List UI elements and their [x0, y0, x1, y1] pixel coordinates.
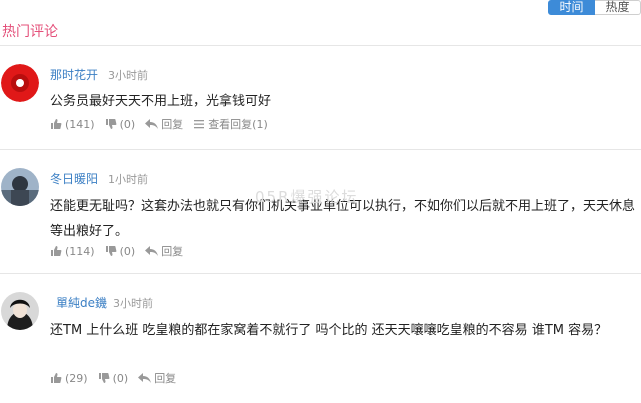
- reply-button[interactable]: 回复: [145, 243, 183, 259]
- dislike-button[interactable]: (0): [105, 117, 136, 131]
- avatar[interactable]: [1, 64, 39, 102]
- thumbs-up-icon: [51, 373, 62, 383]
- list-icon: [194, 120, 205, 129]
- comment-item: 單純de鐖 3小时前 还TM 上什么班 吃皇粮的都在家窝着不就行了 吗个比的 还…: [0, 274, 641, 403]
- reply-arrow-icon: [138, 373, 152, 383]
- reply-arrow-icon: [145, 119, 159, 129]
- comment-time: 1小时前: [108, 173, 148, 186]
- dislike-button[interactable]: (0): [98, 371, 129, 385]
- thumbs-down-icon: [98, 373, 110, 383]
- sort-tabs: 时间 热度: [548, 0, 641, 15]
- comment-text: 还TM 上什么班 吃皇粮的都在家窝着不就行了 吗个比的 还天天嚷嚷吃皇粮的不容易…: [50, 323, 608, 338]
- like-count: (29): [65, 371, 88, 385]
- reply-button[interactable]: 回复: [145, 116, 183, 132]
- thumbs-up-icon: [51, 246, 62, 256]
- reply-label: 回复: [154, 372, 177, 385]
- dislike-count: (0): [112, 371, 129, 385]
- like-button[interactable]: (114): [50, 245, 95, 258]
- like-count: (114): [65, 244, 95, 258]
- comment-actions: (114) (0) 回复: [50, 243, 193, 259]
- comment-item: 冬日暖阳 1小时前 还能更无耻吗？这套办法也就只有你们机关事业单位可以执行，不如…: [0, 150, 641, 274]
- dislike-count: (0): [119, 117, 136, 131]
- like-button[interactable]: (141): [50, 118, 95, 131]
- tab-time[interactable]: 时间: [548, 0, 595, 15]
- like-button[interactable]: (29): [50, 372, 88, 385]
- reply-arrow-icon: [145, 246, 159, 256]
- dislike-button[interactable]: (0): [105, 244, 136, 258]
- comment-time: 3小时前: [108, 69, 148, 82]
- like-count: (141): [65, 117, 95, 131]
- section-title: 热门评论: [2, 24, 58, 40]
- view-replies-label: 查看回复(1): [208, 118, 268, 131]
- comment-username[interactable]: 冬日暖阳: [50, 170, 98, 187]
- comment-username[interactable]: 那时花开: [50, 66, 98, 83]
- tab-hot[interactable]: 热度: [595, 0, 641, 15]
- thumbs-down-icon: [105, 119, 117, 129]
- comment-username[interactable]: 單純de鐖: [56, 294, 107, 311]
- comment-actions: (141) (0) 回复 查看回复(1): [50, 116, 278, 132]
- forum-watermark: 05R爆强论坛: [255, 188, 359, 206]
- reply-label: 回复: [161, 245, 184, 258]
- comment-text: 公务员最好天天不用上班，光拿钱可好: [50, 94, 272, 109]
- avatar[interactable]: [1, 168, 39, 206]
- view-replies-button[interactable]: 查看回复(1): [193, 116, 268, 132]
- thumbs-up-icon: [51, 119, 62, 129]
- thumbs-down-icon: [105, 246, 117, 256]
- comment-item: 那时花开 3小时前 公务员最好天天不用上班，光拿钱可好 (141) (0) 回复…: [0, 46, 641, 150]
- comment-time: 3小时前: [113, 297, 153, 310]
- reply-button[interactable]: 回复: [138, 370, 176, 386]
- comment-actions: (29) (0) 回复: [50, 370, 186, 386]
- comments-header: 热门评论 时间 热度: [0, 0, 641, 46]
- avatar[interactable]: [1, 292, 39, 330]
- dislike-count: (0): [119, 244, 136, 258]
- reply-label: 回复: [161, 118, 184, 131]
